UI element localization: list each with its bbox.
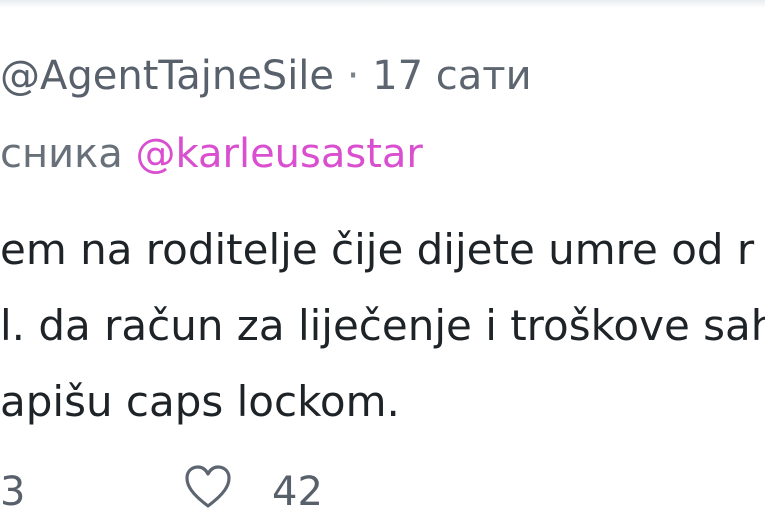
tweet-header: @AgentTajneSile · 17 сати xyxy=(0,52,532,100)
user-handle[interactable]: @AgentTajneSile xyxy=(0,53,334,99)
heart-icon[interactable] xyxy=(182,462,234,510)
top-divider xyxy=(0,0,765,8)
tweet-text-line: l. da račun za liječenje i troškove sah xyxy=(0,301,765,350)
like-count: 42 xyxy=(272,469,323,510)
tweet-actions: 3 42 xyxy=(0,462,765,510)
header-separator: · xyxy=(346,53,360,99)
tweet-text: em na roditelje čije dijete umre od r l.… xyxy=(0,212,765,440)
tweet-timestamp[interactable]: 17 сати xyxy=(372,53,531,99)
reply-count: 3 xyxy=(0,469,26,510)
reply-mention-link[interactable]: @karleusastar xyxy=(136,131,423,177)
tweet-text-line: apišu caps lockom. xyxy=(0,377,400,426)
tweet-text-line: em na roditelje čije dijete umre od r xyxy=(0,225,755,274)
tweet-card: @AgentTajneSile · 17 сати сника @karleus… xyxy=(0,0,765,510)
reply-prefix: сника xyxy=(0,131,123,177)
reply-context: сника @karleusastar xyxy=(0,130,423,178)
